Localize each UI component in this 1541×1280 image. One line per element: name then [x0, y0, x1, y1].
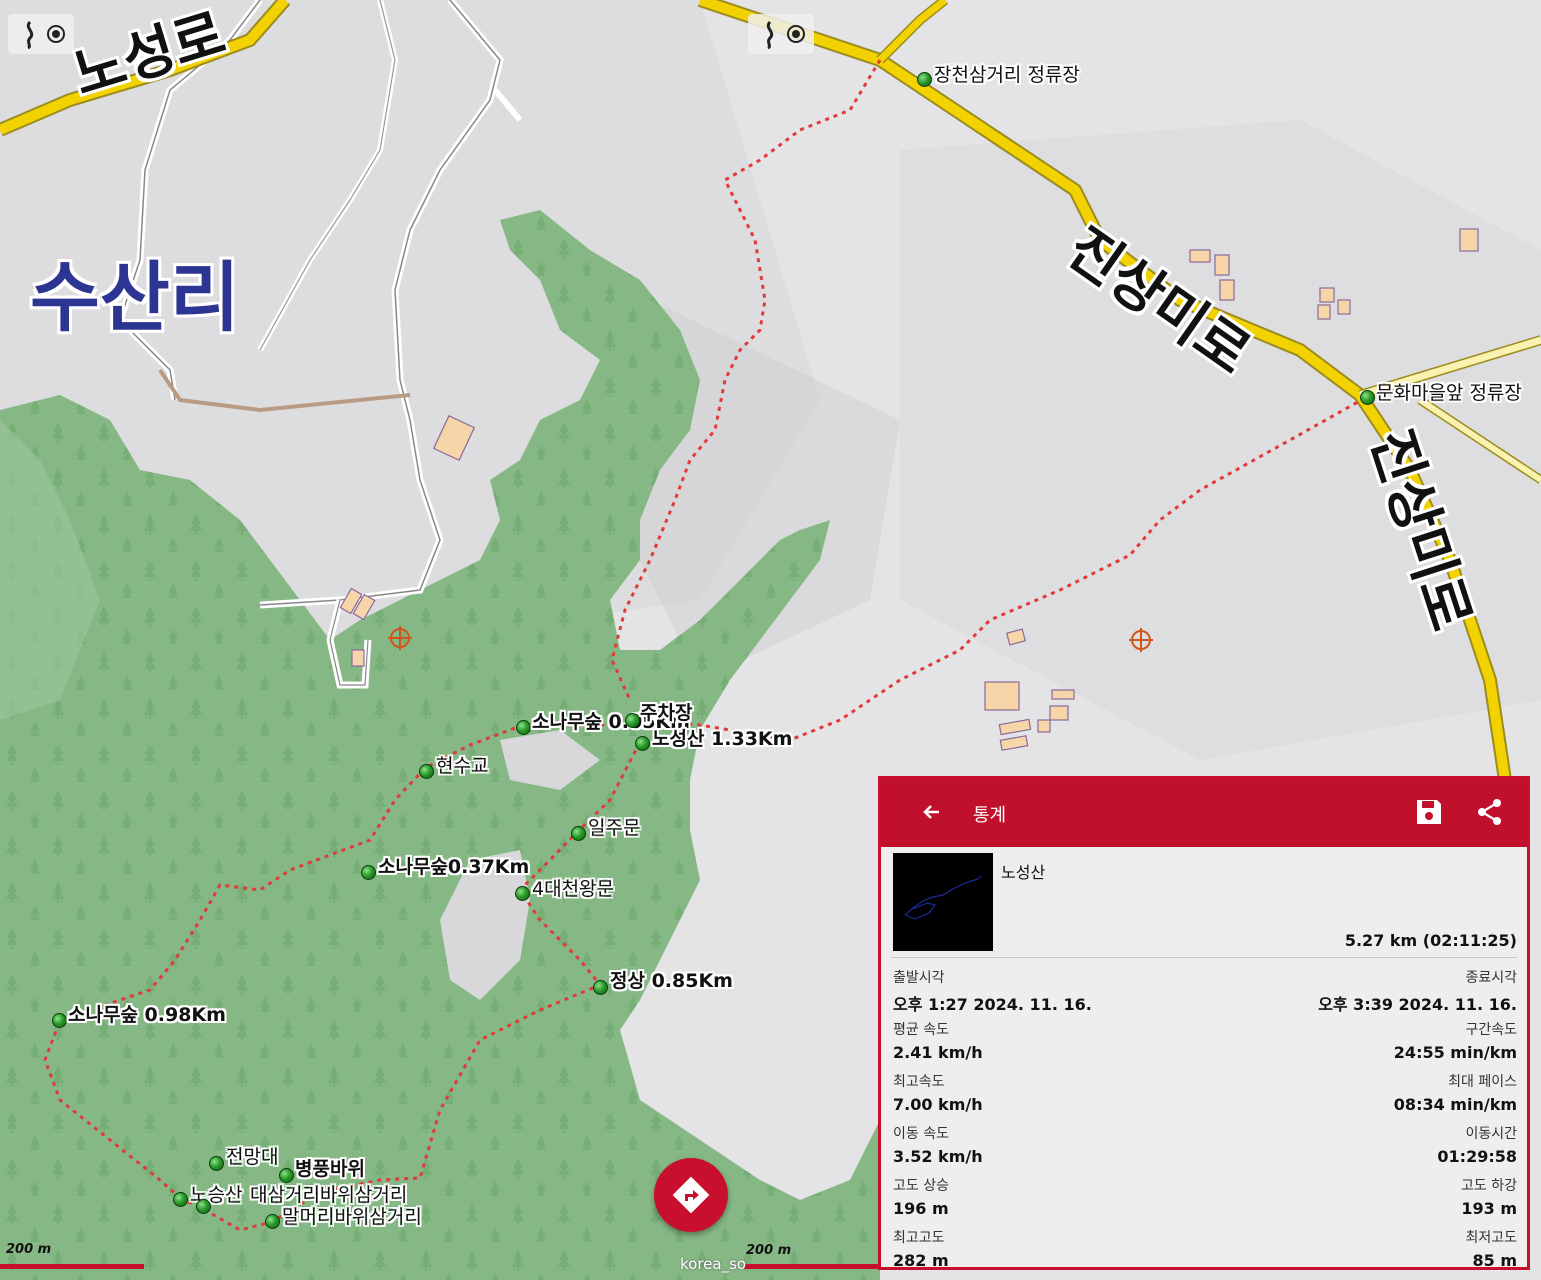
- stat-min-altitude: 최저고도 85 m: [1465, 1227, 1517, 1270]
- waypoint-marker[interactable]: [196, 1199, 211, 1214]
- stat-end-time: 종료시각오후 3:39 2024. 11. 16.: [1318, 967, 1517, 1015]
- stat-value: 24:55 min/km: [1393, 1043, 1517, 1062]
- waypoint-marker[interactable]: [635, 736, 650, 751]
- directions-icon: [672, 1176, 710, 1214]
- waypoint-marker[interactable]: [571, 826, 586, 841]
- waypoint-marker[interactable]: [361, 865, 376, 880]
- stat-value: 오후 1:27 2024. 11. 16.: [893, 995, 1092, 1014]
- waypoint-marker[interactable]: [625, 713, 640, 728]
- stat-value: 3.52 km/h: [893, 1147, 983, 1166]
- scale-bar: [744, 1264, 880, 1269]
- stat-label: 고도 하강: [1461, 1178, 1517, 1194]
- waypoint-label: 일주문: [588, 817, 641, 839]
- waypoint-marker[interactable]: [419, 764, 434, 779]
- stat-label: 종료시각: [1465, 970, 1517, 986]
- scale-label: 200 m: [746, 1243, 792, 1258]
- stat-label: 최대 페이스: [1448, 1074, 1517, 1090]
- stat-label: 이동 속도: [893, 1126, 949, 1142]
- stat-max-pace: 최대 페이스 08:34 min/km: [1394, 1071, 1517, 1114]
- track-name: 노성산: [1001, 863, 1046, 882]
- stat-max-altitude: 최고고도 282 m: [893, 1227, 949, 1270]
- stat-label: 최고속도: [893, 1074, 945, 1090]
- stat-label: 구간속도: [1465, 1022, 1517, 1038]
- stat-descent: 고도 하강 193 m: [1461, 1175, 1517, 1218]
- stat-value: 오후 3:39 2024. 11. 16.: [1318, 995, 1517, 1014]
- stat-value: 85 m: [1472, 1251, 1517, 1270]
- stat-value: 2.41 km/h: [893, 1043, 983, 1062]
- scale-label: 200 m: [6, 1242, 52, 1257]
- stat-label: 최저고도: [1465, 1230, 1517, 1246]
- stat-avg-pace: 구간속도 24:55 min/km: [1394, 1019, 1517, 1062]
- waypoint-label: 노성산 1.33Km: [652, 728, 793, 750]
- stat-moving-speed: 이동 속도 3.52 km/h: [893, 1123, 983, 1166]
- divider: [891, 957, 1517, 958]
- waypoint-label: 현수교: [436, 755, 489, 777]
- stat-avg-speed: 평균 속도 2.41 km/h: [893, 1019, 983, 1062]
- waypoint-label: 정상 0.85Km: [610, 970, 733, 992]
- waypoint-label: 병풍바위: [295, 1158, 365, 1180]
- back-arrow-icon[interactable]: [917, 797, 947, 827]
- waypoint-marker[interactable]: [173, 1192, 188, 1207]
- bus-stop-marker[interactable]: [917, 72, 932, 87]
- bus-stop-label: 문화마을앞 정류장: [1376, 382, 1522, 404]
- stat-label: 최고고도: [893, 1230, 945, 1246]
- waypoint-label: 4대천왕문: [532, 878, 615, 900]
- waypoint-label: 말머리바위삼거리: [282, 1206, 422, 1228]
- waypoint-marker[interactable]: [593, 980, 608, 995]
- share-icon[interactable]: [1475, 797, 1505, 827]
- stat-value: 01:29:58: [1437, 1147, 1517, 1166]
- town-label: 수산리: [30, 253, 240, 342]
- save-icon[interactable]: [1414, 797, 1444, 827]
- stat-label: 출발시각: [893, 970, 945, 986]
- waypoint-marker[interactable]: [209, 1156, 224, 1171]
- panel-header: 통계: [881, 779, 1527, 847]
- stat-moving-time: 이동시간 01:29:58: [1437, 1123, 1517, 1166]
- waypoint-label: 주차장: [640, 702, 693, 724]
- bus-stop-marker[interactable]: [1360, 390, 1375, 405]
- stat-label: 고도 상승: [893, 1178, 949, 1194]
- waypoint-marker[interactable]: [52, 1013, 67, 1028]
- panel-title: 통계: [973, 805, 1007, 826]
- waypoint-label: 전망대: [226, 1146, 279, 1168]
- stat-start-time: 출발시각오후 1:27 2024. 11. 16.: [893, 967, 1092, 1015]
- stat-value: 7.00 km/h: [893, 1095, 983, 1114]
- stat-value: 282 m: [893, 1251, 949, 1270]
- stat-value: 193 m: [1461, 1199, 1517, 1218]
- stat-max-speed: 최고속도 7.00 km/h: [893, 1071, 983, 1114]
- map-layer-toggle-2[interactable]: [748, 14, 814, 54]
- stat-value: 08:34 min/km: [1393, 1095, 1517, 1114]
- scale-bar: [0, 1264, 144, 1269]
- route-icon: [766, 20, 805, 50]
- waypoint-label: 소나무숲0.37Km: [378, 856, 530, 878]
- navigate-button[interactable]: [654, 1158, 728, 1232]
- stat-value: 196 m: [893, 1199, 949, 1218]
- stat-label: 평균 속도: [893, 1022, 949, 1038]
- statistics-panel: 통계 노성산 5.27 km (02:11:25) 출발시각오후 1:27 20…: [878, 776, 1530, 1270]
- attribution: korea_so: [680, 1255, 747, 1273]
- stat-ascent: 고도 상승 196 m: [893, 1175, 949, 1218]
- bus-stop-label: 장천삼거리 정류장: [934, 64, 1080, 86]
- waypoint-label: 소나무숲 0.98Km: [68, 1004, 226, 1026]
- stat-label: 이동시간: [1465, 1126, 1517, 1142]
- waypoint-marker[interactable]: [265, 1214, 280, 1229]
- track-summary: 5.27 km (02:11:25): [1344, 931, 1517, 950]
- track-thumbnail[interactable]: [893, 853, 993, 951]
- waypoint-marker[interactable]: [516, 720, 531, 735]
- waypoint-marker[interactable]: [515, 886, 530, 901]
